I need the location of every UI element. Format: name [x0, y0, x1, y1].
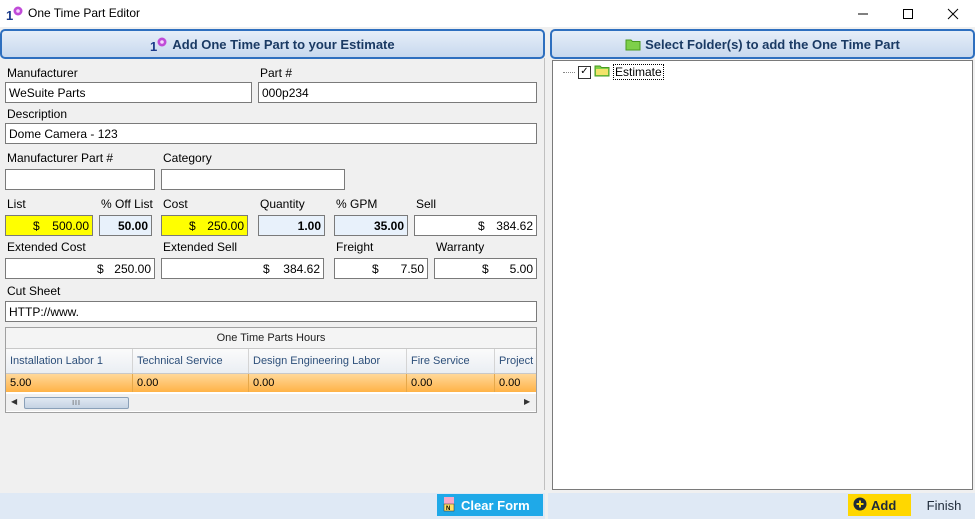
minimize-icon [857, 13, 868, 14]
scroll-left-icon[interactable]: ◀ [11, 397, 17, 406]
list-field[interactable]: $ 500.00 [5, 215, 93, 236]
table-cell[interactable]: 5.00 [6, 374, 133, 392]
part-number-label: Part # [260, 66, 293, 80]
one-time-part-icon: 1 [6, 5, 24, 23]
warranty-field[interactable]: $ 5.00 [434, 258, 537, 279]
eraser-icon: N [443, 496, 455, 515]
clear-form-button[interactable]: N Clear Form [437, 494, 543, 516]
grid-caption: One Time Parts Hours [6, 328, 536, 349]
manufacturer-field[interactable]: WeSuite Parts [5, 82, 252, 103]
list-value: 500.00 [52, 218, 89, 233]
column-header[interactable]: Installation Labor 1 [6, 349, 133, 373]
sell-value: 384.62 [496, 218, 533, 233]
freight-field[interactable]: $ 7.50 [334, 258, 428, 279]
freight-label: Freight [336, 240, 374, 254]
scroll-thumb[interactable]: III [24, 397, 129, 409]
category-field[interactable] [161, 169, 345, 190]
manufacturer-part-label: Manufacturer Part # [7, 151, 114, 165]
tree-connector [563, 71, 575, 73]
grid-header-row: Installation Labor 1 Technical Service D… [6, 349, 536, 374]
select-folder-header: Select Folder(s) to add the One Time Par… [550, 29, 975, 59]
manufacturer-part-field[interactable] [5, 169, 155, 190]
cost-field[interactable]: $ 250.00 [161, 215, 248, 236]
window-title: One Time Part Editor [28, 6, 141, 20]
add-label: Add [871, 497, 897, 513]
extended-cost-value: 250.00 [114, 261, 151, 276]
currency-symbol: $ [263, 261, 270, 276]
pct-off-list-label: % Off List [101, 197, 153, 211]
horizontal-scrollbar[interactable]: ◀ III ▶ [6, 394, 536, 411]
add-button[interactable]: Add [848, 494, 911, 516]
cut-sheet-label: Cut Sheet [7, 284, 61, 298]
maximize-icon [902, 8, 913, 19]
column-header[interactable]: Design Engineering Labor [249, 349, 407, 373]
maximize-button[interactable] [885, 0, 930, 27]
description-label: Description [7, 107, 68, 121]
table-cell[interactable]: 0.00 [407, 374, 495, 392]
right-header-label: Select Folder(s) to add the One Time Par… [645, 36, 900, 52]
folder-tree[interactable]: ✓ Estimate [552, 60, 973, 490]
close-icon [947, 8, 958, 19]
pct-off-list-field[interactable]: 50.00 [99, 215, 152, 236]
add-one-time-part-header: 1 Add One Time Part to your Estimate [0, 29, 545, 59]
title-bar: 1 One Time Part Editor [0, 0, 975, 27]
table-cell[interactable]: 0.00 [249, 374, 407, 392]
warranty-value: 5.00 [509, 261, 533, 276]
currency-symbol: $ [478, 218, 485, 233]
extended-sell-field[interactable]: $ 384.62 [161, 258, 324, 279]
plus-circle-icon [853, 497, 867, 514]
table-cell[interactable]: 0.00 [495, 374, 536, 392]
description-field[interactable]: Dome Camera - 123 [5, 123, 537, 144]
extended-sell-label: Extended Sell [163, 240, 238, 254]
cut-sheet-field[interactable]: HTTP://www. [5, 301, 537, 322]
pct-gpm-field[interactable]: 35.00 [334, 215, 408, 236]
one-time-parts-hours-grid: One Time Parts Hours Installation Labor … [5, 327, 537, 413]
scroll-right-icon[interactable]: ▶ [524, 397, 530, 406]
finish-button[interactable]: Finish [918, 494, 970, 516]
table-row[interactable]: 5.00 0.00 0.00 0.00 0.00 [6, 374, 536, 392]
pct-gpm-label: % GPM [336, 197, 378, 211]
svg-text:1: 1 [150, 39, 157, 52]
extended-cost-field[interactable]: $ 250.00 [5, 258, 155, 279]
currency-symbol: $ [189, 218, 196, 233]
svg-text:N: N [446, 506, 450, 512]
part-number-field[interactable]: 000p234 [258, 82, 537, 103]
column-header[interactable]: Technical Service [133, 349, 249, 373]
category-label: Category [163, 151, 212, 165]
warranty-label: Warranty [436, 240, 485, 254]
quantity-field[interactable]: 1.00 [258, 215, 325, 236]
manufacturer-label: Manufacturer [7, 66, 78, 80]
left-header-label: Add One Time Part to your Estimate [172, 36, 395, 52]
currency-symbol: $ [33, 218, 40, 233]
column-header[interactable]: Fire Service [407, 349, 495, 373]
one-time-part-icon: 1 [150, 36, 168, 52]
cost-label: Cost [163, 197, 188, 211]
extended-cost-label: Extended Cost [7, 240, 86, 254]
currency-symbol: $ [372, 261, 379, 276]
column-header[interactable]: Project [495, 349, 536, 373]
extended-sell-value: 384.62 [283, 261, 320, 276]
sell-field[interactable]: $ 384.62 [414, 215, 537, 236]
svg-text:1: 1 [6, 8, 13, 21]
close-button[interactable] [930, 0, 975, 27]
list-label: List [7, 197, 26, 211]
tree-node-label[interactable]: Estimate [613, 64, 664, 80]
currency-symbol: $ [482, 261, 489, 276]
minimize-button[interactable] [840, 0, 885, 27]
sell-label: Sell [416, 197, 437, 211]
clear-form-label: Clear Form [461, 497, 530, 513]
table-cell[interactable]: 0.00 [133, 374, 249, 392]
quantity-label: Quantity [260, 197, 305, 211]
cost-value: 250.00 [207, 218, 244, 233]
folder-icon [625, 38, 641, 51]
currency-symbol: $ [97, 261, 104, 276]
estimate-checkbox[interactable]: ✓ [578, 65, 591, 79]
folder-icon [594, 64, 610, 80]
tree-node-estimate[interactable]: ✓ Estimate [563, 64, 664, 80]
freight-value: 7.50 [400, 261, 424, 276]
panel-divider [544, 58, 545, 490]
